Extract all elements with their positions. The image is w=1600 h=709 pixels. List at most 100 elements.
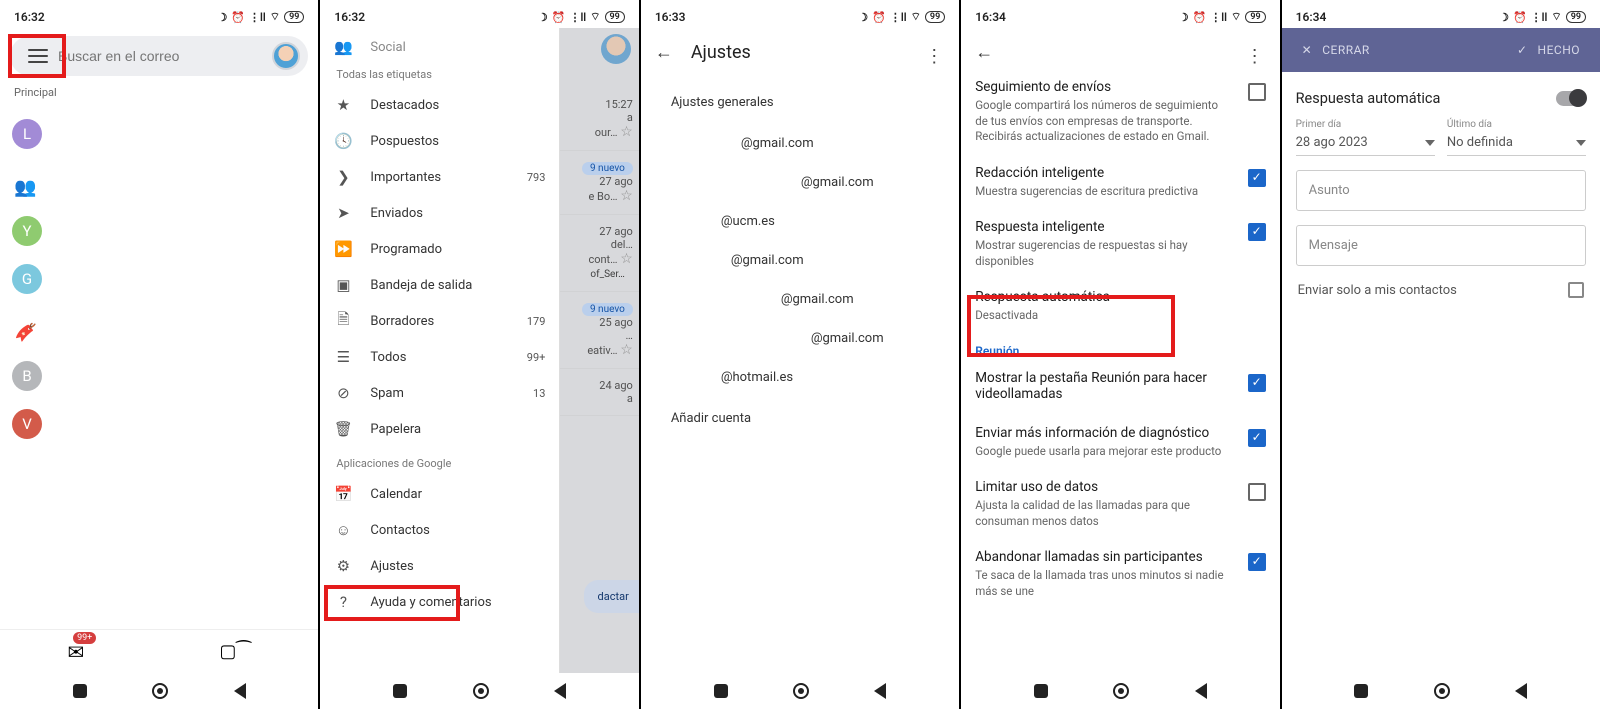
contacts-only-checkbox[interactable] xyxy=(1568,282,1584,298)
drawer-item-important[interactable]: ❯Importantes793 xyxy=(320,159,559,195)
setting-limit-data[interactable]: Limitar uso de datos Ajusta la calidad d… xyxy=(961,469,1279,539)
account-item[interactable]: @gmail.com xyxy=(641,124,959,163)
account-item[interactable]: @gmail.com xyxy=(641,319,959,358)
back-button[interactable] xyxy=(1515,683,1527,699)
checkbox[interactable] xyxy=(1248,83,1266,101)
account-item[interactable]: @gmail.com xyxy=(641,280,959,319)
sender-avatar[interactable]: L xyxy=(12,119,42,149)
promotions-icon[interactable]: 🔖 xyxy=(15,321,36,343)
help-icon: ? xyxy=(334,593,352,611)
drawer-item-starred[interactable]: ★Destacados xyxy=(320,87,559,123)
back-button[interactable] xyxy=(554,683,566,699)
drawer-item-social[interactable]: 👥 Social xyxy=(320,36,559,58)
screen-vacation-responder: 16:34 ☽⏰⋮ll⌔99 ✕ CERRAR ✓ HECHO Respuest… xyxy=(1282,0,1600,709)
home-button[interactable] xyxy=(1113,683,1129,699)
back-button[interactable] xyxy=(234,683,246,699)
recents-button[interactable] xyxy=(1354,684,1368,698)
status-time: 16:34 xyxy=(975,10,1006,24)
back-button[interactable] xyxy=(1195,683,1207,699)
social-icon[interactable]: 👥 xyxy=(14,177,36,198)
first-day-picker[interactable]: Primer día 28 ago 2023 xyxy=(1296,119,1435,156)
setting-meet-tab[interactable]: Mostrar la pestaña Reunión para hacer vi… xyxy=(961,360,1279,415)
drawer-item-spam[interactable]: ⊘Spam13 xyxy=(320,375,559,411)
account-item[interactable]: @gmail.com xyxy=(641,163,959,202)
video-icon: ▢⁀ xyxy=(219,641,250,662)
home-button[interactable] xyxy=(1434,683,1450,699)
meet-tab[interactable]: ▢⁀ xyxy=(219,641,250,662)
account-item[interactable]: @gmail.com xyxy=(641,241,959,280)
overflow-icon[interactable]: ⋮ xyxy=(925,46,943,67)
sender-avatar[interactable]: G xyxy=(12,264,42,294)
home-button[interactable] xyxy=(152,683,168,699)
file-icon: 🗎 xyxy=(334,312,352,330)
star-icon: ★ xyxy=(334,96,352,114)
tab-principal-label: Principal xyxy=(0,80,318,101)
checkbox[interactable] xyxy=(1248,483,1266,501)
signal-icon: ⋮ll xyxy=(249,11,266,24)
home-button[interactable] xyxy=(793,683,809,699)
drawer-item-scheduled[interactable]: ⏩Programado xyxy=(320,231,559,267)
android-nav xyxy=(961,673,1279,709)
add-account[interactable]: Añadir cuenta xyxy=(641,397,959,440)
recents-button[interactable] xyxy=(393,684,407,698)
setting-smart-reply[interactable]: Respuesta inteligente Mostrar sugerencia… xyxy=(961,209,1279,279)
setting-vacation-responder[interactable]: Respuesta automática Desactivada xyxy=(961,279,1279,334)
drawer-item-drafts[interactable]: 🗎Borradores179 xyxy=(320,303,559,339)
drawer-item-all[interactable]: ☰Todos99+ xyxy=(320,339,559,375)
search-bar[interactable] xyxy=(10,36,308,76)
last-day-picker[interactable]: Último día No definida xyxy=(1447,119,1586,156)
search-input[interactable] xyxy=(58,48,272,64)
setting-smart-compose[interactable]: Redacción inteligente Muestra sugerencia… xyxy=(961,155,1279,210)
message-input[interactable]: Mensaje xyxy=(1296,225,1586,266)
back-icon[interactable]: ← xyxy=(655,42,673,63)
checkbox[interactable] xyxy=(1248,374,1266,392)
sender-avatar[interactable]: B xyxy=(12,361,42,391)
done-button[interactable]: ✓ HECHO xyxy=(1517,43,1580,57)
setting-leave-empty-calls[interactable]: Abandonar llamadas sin participantes Te … xyxy=(961,539,1279,609)
drawer-item-trash[interactable]: 🗑Papelera xyxy=(320,411,559,447)
close-button[interactable]: ✕ CERRAR xyxy=(1302,43,1370,57)
vacation-toggle[interactable] xyxy=(1556,91,1586,106)
setting-package-tracking[interactable]: Seguimiento de envíos Google compartirá … xyxy=(961,69,1279,155)
compose-fab[interactable]: dactar xyxy=(584,580,641,613)
gear-icon: ⚙ xyxy=(334,557,352,575)
menu-icon[interactable] xyxy=(28,49,48,63)
recents-button[interactable] xyxy=(1034,684,1048,698)
status-bar: 16:34 ☽⏰⋮ll⌔99 xyxy=(1282,0,1600,28)
drawer-item-contacts[interactable]: ☺Contactos xyxy=(320,512,559,548)
status-time: 16:34 xyxy=(1296,10,1327,24)
overflow-icon[interactable]: ⋮ xyxy=(1246,46,1264,67)
setting-diagnostics[interactable]: Enviar más información de diagnóstico Go… xyxy=(961,415,1279,470)
recents-button[interactable] xyxy=(714,684,728,698)
drawer-item-help[interactable]: ?Ayuda y comentarios xyxy=(320,584,559,620)
drawer-item-calendar[interactable]: 📅Calendar xyxy=(320,476,559,512)
screen-settings-detail: 16:34 ☽⏰⋮ll⌔99 ← ⋮ Seguimiento de envíos… xyxy=(961,0,1281,709)
screen-settings-accounts: 16:33 ☽⏰⋮ll⌔99 ← Ajustes ⋮ Ajustes gener… xyxy=(641,0,961,709)
drawer-item-snoozed[interactable]: 🕓Pospuestos xyxy=(320,123,559,159)
profile-avatar[interactable] xyxy=(272,42,300,70)
trash-icon: 🗑 xyxy=(334,420,352,438)
checkbox[interactable] xyxy=(1248,223,1266,241)
status-bar: 16:33 ☽⏰⋮ll⌔99 xyxy=(641,0,959,28)
drawer-item-sent[interactable]: ➤Enviados xyxy=(320,195,559,231)
sender-avatar[interactable]: V xyxy=(12,409,42,439)
editor-toolbar: ✕ CERRAR ✓ HECHO xyxy=(1282,28,1600,72)
subject-input[interactable]: Asunto xyxy=(1296,170,1586,211)
drawer-section-apps: Aplicaciones de Google xyxy=(320,447,559,476)
settings-general[interactable]: Ajustes generales xyxy=(641,81,959,124)
mail-tab[interactable]: ✉ 99+ xyxy=(68,640,85,664)
back-button[interactable] xyxy=(874,683,886,699)
home-button[interactable] xyxy=(473,683,489,699)
account-item[interactable]: @hotmail.es xyxy=(641,358,959,397)
drawer-item-outbox[interactable]: ▣Bandeja de salida xyxy=(320,267,559,303)
checkbox[interactable] xyxy=(1248,429,1266,447)
sender-avatar[interactable]: Y xyxy=(12,216,42,246)
status-bar: 16:32 ☽ ⏰ ⋮ll ⌔ 99 xyxy=(0,0,318,28)
checkbox[interactable] xyxy=(1248,169,1266,187)
checkbox[interactable] xyxy=(1248,553,1266,571)
back-icon[interactable]: ← xyxy=(975,42,993,63)
recents-button[interactable] xyxy=(73,684,87,698)
account-item[interactable]: @ucm.es xyxy=(641,202,959,241)
schedule-icon: ⏩ xyxy=(334,240,352,258)
drawer-item-settings[interactable]: ⚙Ajustes xyxy=(320,548,559,584)
